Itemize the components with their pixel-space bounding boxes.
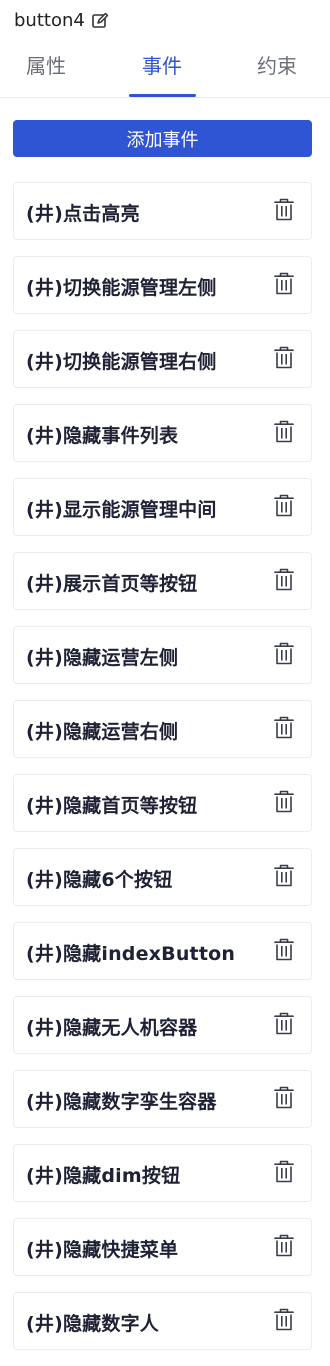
trash-icon[interactable] — [273, 715, 295, 741]
event-item[interactable]: (井)隐藏运营右侧 — [13, 700, 312, 758]
event-item[interactable]: (井)隐藏indexButton — [13, 922, 312, 980]
trash-icon[interactable] — [273, 1011, 295, 1037]
event-label: (井)隐藏运营右侧 — [26, 721, 179, 743]
event-item[interactable]: (井)切换能源管理左侧 — [13, 256, 312, 314]
tab-bar: 属性 事件 约束 — [0, 42, 330, 98]
event-item[interactable]: (井)隐藏数字孪生容器 — [13, 1070, 312, 1128]
event-label: (井)隐藏indexButton — [26, 943, 236, 965]
event-list: (井)点击高亮 (井)切换能源管理左侧 (井)切换能源管理右侧 (井)隐藏事件列表 (井… — [13, 182, 312, 1366]
add-event-section: 添加事件 — [0, 98, 330, 182]
component-title: button4 — [14, 10, 85, 31]
trash-icon[interactable] — [273, 345, 295, 371]
tab-events[interactable]: 事件 — [142, 50, 182, 79]
event-label: (井)隐藏快捷菜单 — [26, 1239, 179, 1261]
event-item[interactable]: (井)隐藏数字人 — [13, 1292, 312, 1350]
event-label: (井)展示首页等按钮 — [26, 573, 198, 595]
edit-icon[interactable] — [91, 12, 109, 30]
trash-icon[interactable] — [273, 1085, 295, 1111]
trash-icon[interactable] — [273, 937, 295, 963]
title-row: button4 — [14, 10, 109, 31]
trash-icon[interactable] — [273, 789, 295, 815]
trash-icon[interactable] — [273, 1233, 295, 1259]
add-event-button[interactable]: 添加事件 — [13, 120, 312, 157]
tab-properties[interactable]: 属性 — [26, 50, 66, 79]
event-label: (井)隐藏无人机容器 — [26, 1017, 198, 1039]
event-item[interactable]: (井)显示能源管理中间 — [13, 478, 312, 536]
event-item[interactable]: (井)展示首页等按钮 — [13, 552, 312, 610]
trash-icon[interactable] — [273, 271, 295, 297]
trash-icon[interactable] — [273, 197, 295, 223]
event-item[interactable]: (井)隐藏6个按钮 — [13, 848, 312, 906]
event-label: (井)隐藏数字人 — [26, 1313, 159, 1335]
trash-icon[interactable] — [273, 641, 295, 667]
trash-icon[interactable] — [273, 1159, 295, 1185]
trash-icon[interactable] — [273, 493, 295, 519]
event-label: (井)隐藏运营左侧 — [26, 647, 179, 669]
event-item[interactable]: (井)隐藏快捷菜单 — [13, 1218, 312, 1276]
event-label: (井)切换能源管理左侧 — [26, 277, 217, 299]
trash-icon[interactable] — [273, 419, 295, 445]
event-item[interactable]: (井)隐藏首页等按钮 — [13, 774, 312, 832]
event-item[interactable]: (井)隐藏dim按钮 — [13, 1144, 312, 1202]
trash-icon[interactable] — [273, 1307, 295, 1333]
active-tab-indicator — [129, 94, 196, 97]
event-label: (井)隐藏6个按钮 — [26, 869, 173, 891]
event-label: (井)隐藏dim按钮 — [26, 1165, 181, 1187]
event-label: (井)隐藏事件列表 — [26, 425, 179, 447]
event-label: (井)隐藏数字孪生容器 — [26, 1091, 217, 1113]
panel-header: button4 — [0, 0, 330, 42]
event-label: (井)隐藏首页等按钮 — [26, 795, 198, 817]
tab-constraints[interactable]: 约束 — [257, 50, 297, 79]
event-item[interactable]: (井)隐藏事件列表 — [13, 404, 312, 462]
event-label: (井)显示能源管理中间 — [26, 499, 217, 521]
event-item[interactable]: (井)切换能源管理右侧 — [13, 330, 312, 388]
event-label: (井)切换能源管理右侧 — [26, 351, 217, 373]
event-item[interactable]: (井)点击高亮 — [13, 182, 312, 240]
event-item[interactable]: (井)隐藏无人机容器 — [13, 996, 312, 1054]
event-item[interactable]: (井)隐藏运营左侧 — [13, 626, 312, 684]
trash-icon[interactable] — [273, 863, 295, 889]
trash-icon[interactable] — [273, 567, 295, 593]
event-label: (井)点击高亮 — [26, 203, 140, 225]
